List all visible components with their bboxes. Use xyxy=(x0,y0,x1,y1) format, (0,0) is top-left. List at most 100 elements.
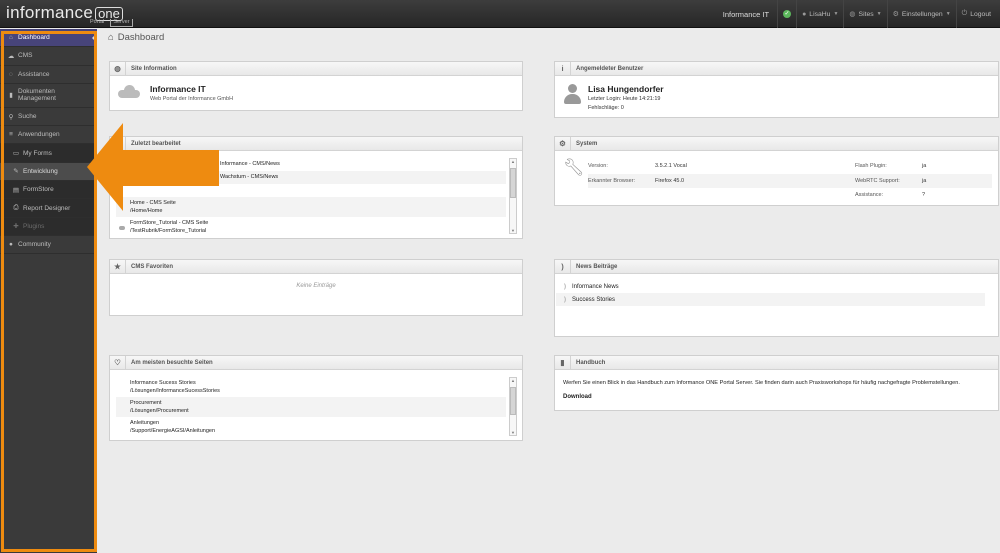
heart-icon: ♡ xyxy=(110,355,126,370)
status-indicator[interactable]: ✓ xyxy=(778,10,796,18)
scrollbar[interactable]: ▲ ▼ xyxy=(509,158,517,234)
sidebar-item-my-forms[interactable]: ▭ My Forms xyxy=(0,144,97,163)
sidebar-item-label: Anwendungen xyxy=(18,131,60,139)
user-icon: ● xyxy=(802,10,807,18)
system-value: ? xyxy=(922,192,926,199)
system-row: Version: 3.5.2.1 Vocal Flash Plugin: ja xyxy=(588,159,992,174)
panel-title: System xyxy=(576,140,598,147)
sidebar-item-cms[interactable]: ☁ CMS xyxy=(0,47,97,66)
user-name: Lisa Hungendorfer xyxy=(588,84,664,94)
panel-header: ⚙ System xyxy=(555,136,998,151)
list-item[interactable]: Anleitungen/Support/EnergieAGSI/Anleitun… xyxy=(116,417,506,437)
sidebar-item-label: Dokumenten Management xyxy=(18,88,56,103)
sidebar-item-entwicklung[interactable]: ✎ Entwicklung xyxy=(0,162,97,182)
logout-label: Logout xyxy=(970,10,991,18)
scroll-down-icon[interactable]: ▼ xyxy=(510,430,516,435)
settings-menu[interactable]: ⚙ Einstellungen ▼ xyxy=(888,10,956,19)
caret-down-icon: ▼ xyxy=(833,11,839,17)
news-item[interactable]: ) Informance News xyxy=(556,280,985,293)
sites-menu-label: Sites xyxy=(858,10,874,18)
panel-header: ★ CMS Favoriten xyxy=(110,259,522,274)
sidebar-item-suche[interactable]: ⚲ Suche xyxy=(0,108,97,127)
list-item-title: Informance - CMS/News xyxy=(220,161,280,167)
sidebar-item-label: Assistance xyxy=(18,70,50,78)
puzzle-icon: ✚ xyxy=(13,223,19,231)
rss-icon: ) xyxy=(564,283,566,290)
system-value: 3.5.2.1 Vocal xyxy=(655,163,687,170)
cloud-icon xyxy=(119,226,125,230)
list-item-title: Anleitungen xyxy=(130,420,160,426)
book-icon: ▮ xyxy=(555,355,571,370)
system-value: ja xyxy=(922,177,927,184)
sidebar-item-assistance[interactable]: ◌ Assistance xyxy=(0,66,97,84)
system-info-grid: Version: 3.5.2.1 Vocal Flash Plugin: ja Erk… xyxy=(588,159,992,203)
visited-list: Informance Sucess Stories/Lösungen/Infor… xyxy=(116,377,506,437)
system-value: ja xyxy=(922,163,927,170)
globe-icon: ◍ xyxy=(110,61,126,76)
sidebar-item-label: Report Designer xyxy=(23,204,71,212)
system-row: Assistance:? xyxy=(588,188,992,203)
sidebar-item-label: Dashboard xyxy=(18,34,50,42)
scroll-thumb[interactable] xyxy=(510,168,516,198)
sidebar-item-label: Entwicklung xyxy=(23,167,58,175)
user-icon: ● xyxy=(9,241,13,249)
sidebar-item-plugins[interactable]: ✚ Plugins xyxy=(0,217,97,236)
home-icon: ⌂ xyxy=(9,34,13,42)
sidebar-item-report-designer[interactable]: ⎙ Report Designer xyxy=(0,199,97,218)
logo-portal: Portal xyxy=(90,19,105,25)
sidebar-item-label: My Forms xyxy=(23,149,52,157)
empty-message: Keine Einträge xyxy=(296,283,336,289)
list-item[interactable]: FormStore_Tutorial - CMS Seite/TestRubri… xyxy=(116,217,506,235)
home-icon: ⌂ xyxy=(108,32,114,43)
star-icon: ★ xyxy=(110,259,126,274)
power-icon: ⏻ xyxy=(961,10,968,17)
caret-down-icon: ▼ xyxy=(945,11,951,17)
sidebar-item-label: Plugins xyxy=(23,222,45,230)
news-item[interactable]: ) Success Stories xyxy=(556,293,985,306)
brand-logo[interactable]: informance one Portal Server xyxy=(6,3,133,27)
user-avatar-icon xyxy=(563,84,581,104)
panel-title: Handbuch xyxy=(576,359,606,366)
most-visited-panel: ♡ Am meisten besuchte Seiten Informance S… xyxy=(109,355,523,441)
sites-menu[interactable]: ◍ Sites ▼ xyxy=(844,10,886,19)
orange-arrow-icon xyxy=(87,123,219,211)
system-value: Firefox 45.0 xyxy=(655,177,685,184)
list-item-title: Informance Sucess Stories xyxy=(130,380,196,386)
scroll-up-icon[interactable]: ▲ xyxy=(510,378,516,383)
news-item-label: Informance News xyxy=(572,283,619,290)
search-icon: ⚲ xyxy=(8,113,14,121)
scroll-down-icon[interactable]: ▼ xyxy=(510,228,516,233)
breadcrumb: ⌂ Dashboard xyxy=(108,32,164,43)
download-link[interactable]: Download xyxy=(563,394,592,400)
info-icon: i xyxy=(555,61,571,76)
list-item-path: /TestRubrik/FormStore_Tutorial xyxy=(130,227,207,234)
system-panel: ⚙ System 🔧︎ Version: 3.5.2.1 Vocal Flash Pl… xyxy=(554,136,999,206)
scrollbar[interactable]: ▲ ▼ xyxy=(509,377,517,436)
sidebar-item-label: CMS xyxy=(18,52,33,60)
panel-header: ◍ Site Information xyxy=(110,61,522,76)
panel-title: News Beiträge xyxy=(576,263,618,270)
sidebar-item-community[interactable]: ● Community xyxy=(0,236,97,255)
system-row: Erkannter Browser: Firefox 45.0 WebRTC Sup… xyxy=(588,173,992,188)
panel-header: i Angemeldeter Benutzer xyxy=(555,61,998,76)
monitor-icon: ▭ xyxy=(12,150,20,158)
user-menu[interactable]: ● LisaHu ▼ xyxy=(797,11,843,18)
handbook-text: Werfen Sie einen Blick in das Handbuch z… xyxy=(563,380,960,386)
cloud-icon: ☁ xyxy=(7,52,15,60)
rss-icon: ) xyxy=(564,296,566,303)
scroll-thumb[interactable] xyxy=(510,387,516,415)
top-nav: Informance IT ✓ ● LisaHu ▼ ◍ Sites ▼ ⚙ Einste… xyxy=(723,0,996,28)
list-item[interactable]: Informance Sucess Stories/Lösungen/Infor… xyxy=(116,377,506,397)
settings-menu-label: Einstellungen xyxy=(901,10,943,18)
logout-button[interactable]: ⏻ Logout xyxy=(957,10,996,18)
sidebar-item-dashboard[interactable]: ⌂ Dashboard xyxy=(0,29,97,48)
panel-header: ♡ Am meisten besuchte Seiten xyxy=(110,355,522,370)
sidebar-item-anwendungen[interactable]: ≡ Anwendungen xyxy=(0,126,97,145)
list-item-title: Wachstum - CMS/News xyxy=(220,174,279,180)
sidebar-item-formstore[interactable]: ▤ FormStore xyxy=(0,181,97,200)
list-item-title: FormStore_Tutorial - CMS Seite xyxy=(130,220,209,226)
list-item[interactable]: Procurement/Lösungen/Procurement xyxy=(116,397,506,417)
cloud-icon xyxy=(118,85,140,98)
scroll-up-icon[interactable]: ▲ xyxy=(510,159,516,164)
sidebar-item-dokumenten-management[interactable]: ▮ Dokumenten Management xyxy=(0,84,97,108)
